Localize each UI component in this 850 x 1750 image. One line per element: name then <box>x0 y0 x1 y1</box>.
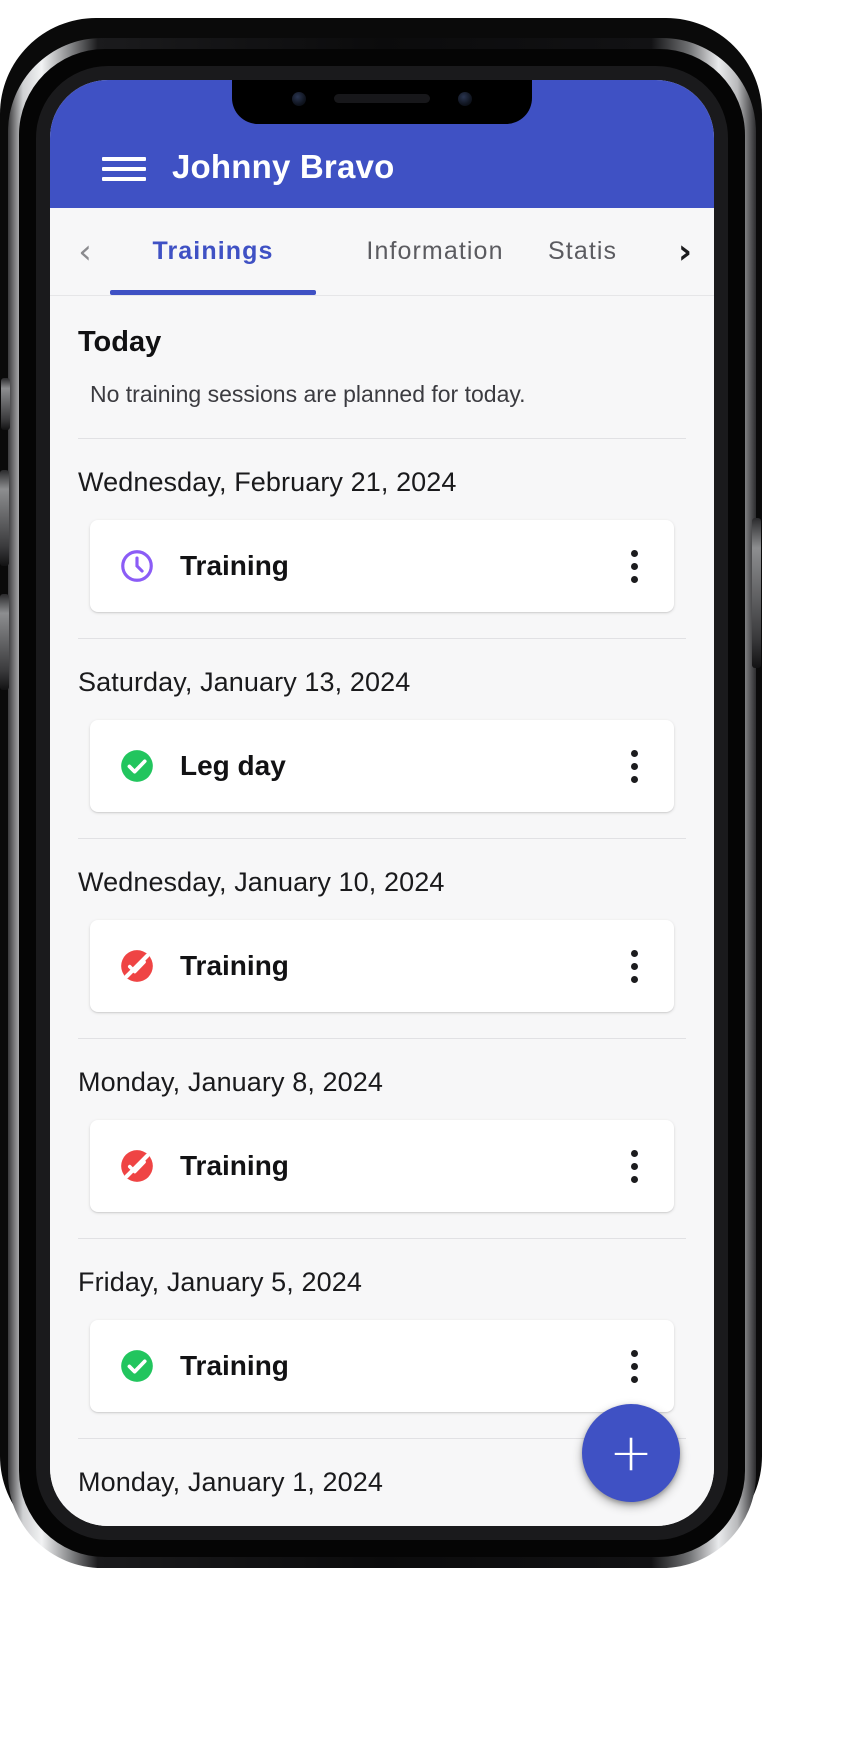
session-group: Wednesday, February 21, 2024 Training <box>50 439 714 612</box>
training-card-title: Training <box>180 950 289 981</box>
tab-trainings[interactable]: Trainings <box>104 208 322 295</box>
session-date: Friday, January 5, 2024 <box>78 1267 362 1297</box>
add-training-button[interactable]: + <box>582 1404 680 1502</box>
training-card-title: Training <box>180 1350 289 1381</box>
training-card[interactable]: Leg day <box>90 720 674 812</box>
phone-mockup: Johnny Bravo ‹ Trainings Information Sta… <box>0 18 762 1568</box>
session-date: Wednesday, February 21, 2024 <box>78 467 457 497</box>
today-section: Today No training sessions are planned f… <box>50 296 714 438</box>
volume-up-button[interactable] <box>0 470 9 566</box>
more-vertical-icon[interactable] <box>606 538 662 594</box>
check-circle-icon <box>118 747 156 785</box>
tab-bar: ‹ Trainings Information Statis › <box>50 208 714 296</box>
front-camera-icon <box>292 92 306 106</box>
face-sensor-icon <box>458 92 472 106</box>
phone-screen: Johnny Bravo ‹ Trainings Information Sta… <box>50 80 714 1526</box>
check-circle-off-icon <box>118 1147 156 1185</box>
tab-active-indicator <box>110 290 316 295</box>
tab-statistics-label: Statis <box>548 237 618 265</box>
phone-notch <box>232 80 532 124</box>
session-date: Saturday, January 13, 2024 <box>78 667 411 697</box>
today-empty-message: No training sessions are planned for tod… <box>90 381 526 407</box>
check-circle-icon <box>118 1347 156 1385</box>
more-vertical-icon[interactable] <box>606 1138 662 1194</box>
more-vertical-icon[interactable] <box>606 738 662 794</box>
power-button[interactable] <box>752 518 761 668</box>
training-card-title: Training <box>180 1150 289 1181</box>
tab-scroll-container[interactable]: Trainings Information Statis <box>104 208 666 295</box>
session-date: Monday, January 8, 2024 <box>78 1067 383 1097</box>
training-card[interactable]: Training <box>90 1320 674 1412</box>
training-card-title: Leg day <box>180 750 286 781</box>
session-group: Saturday, January 13, 2024 Leg day <box>50 639 714 812</box>
tab-information[interactable]: Information <box>322 208 548 295</box>
volume-down-button[interactable] <box>0 594 9 690</box>
mute-switch-button[interactable] <box>1 378 10 430</box>
more-vertical-icon[interactable] <box>606 938 662 994</box>
page-title: Johnny Bravo <box>172 148 395 185</box>
clock-icon <box>118 547 156 585</box>
training-card-title: Training <box>180 550 289 581</box>
earpiece-speaker <box>334 94 430 103</box>
check-circle-off-icon <box>118 947 156 985</box>
training-card[interactable]: Training <box>90 1120 674 1212</box>
today-heading: Today <box>78 326 162 358</box>
chevron-right-icon[interactable]: › <box>666 235 704 269</box>
chevron-left-icon[interactable]: ‹ <box>66 235 104 269</box>
hamburger-menu-icon[interactable] <box>102 152 146 186</box>
session-group: Friday, January 5, 2024 Training <box>50 1239 714 1412</box>
tab-information-label: Information <box>366 237 504 265</box>
tab-trainings-label: Trainings <box>152 237 274 265</box>
training-card[interactable]: Training <box>90 520 674 612</box>
training-card[interactable]: Training <box>90 920 674 1012</box>
session-group: Monday, January 8, 2024 Training <box>50 1039 714 1212</box>
session-date: Wednesday, January 10, 2024 <box>78 867 445 897</box>
more-vertical-icon[interactable] <box>606 1338 662 1394</box>
trainings-list[interactable]: Today No training sessions are planned f… <box>50 296 714 1526</box>
session-group: Wednesday, January 10, 2024 Training <box>50 839 714 1012</box>
tab-statistics[interactable]: Statis <box>548 208 666 295</box>
